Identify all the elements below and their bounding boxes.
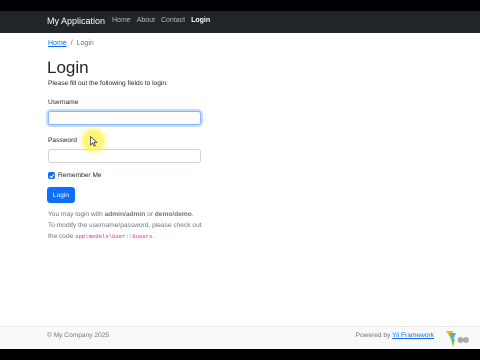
page-title: Login: [47, 58, 89, 77]
username-input[interactable]: [48, 111, 201, 125]
password-input[interactable]: [48, 149, 201, 163]
powered-by-text: Powered by: [355, 332, 393, 339]
breadcrumb-home-link[interactable]: Home: [48, 40, 67, 47]
page-intro: Please fill out the following fields to …: [48, 80, 168, 87]
remember-me-label[interactable]: Remember Me: [58, 172, 102, 179]
footer-powered-by: Powered by Yii Framework: [356, 332, 434, 339]
checkmark-icon: [49, 173, 55, 178]
footer-copyright: © My Company 2025: [47, 332, 110, 339]
navbar-menu: Home About Contact Login: [112, 17, 210, 24]
nav-item-contact[interactable]: Contact: [161, 17, 185, 24]
nav-item-about[interactable]: About: [137, 17, 155, 24]
footer: © My Company 2025 Powered by Yii Framewo…: [0, 326, 480, 349]
hint-line-modify: To modify the username/password, please …: [48, 222, 202, 229]
hint-credential-admin: admin/admin: [104, 211, 146, 218]
navbar-brand[interactable]: My Application: [47, 16, 105, 26]
password-label: Password: [48, 137, 77, 144]
hint-line-credentials: You may login with admin/admin or demo/d…: [48, 211, 194, 218]
remember-me-field: Remember Me: [48, 172, 102, 179]
nav-item-login[interactable]: Login: [191, 17, 210, 24]
hint-line-code: the code app\models\User::$users.: [48, 233, 154, 240]
mouse-cursor-icon: [90, 136, 98, 147]
breadcrumb-current: Login: [76, 40, 94, 47]
navbar: My Application Home About Contact Login: [0, 11, 480, 33]
hint-text: .: [152, 233, 155, 240]
hint-text: .: [191, 211, 194, 218]
browser-viewport: My Application Home About Contact Login …: [0, 11, 480, 349]
hint-text: the code: [48, 233, 76, 240]
yii-framework-link[interactable]: Yii Framework: [392, 332, 434, 339]
login-button[interactable]: Login: [47, 187, 75, 203]
hint-credential-demo: demo/demo: [154, 211, 192, 218]
hint-text: You may login with: [48, 211, 105, 218]
hint-code: app\models\User::$users: [75, 233, 153, 240]
hint-text: or: [145, 211, 155, 218]
breadcrumb-separator: /: [70, 40, 73, 47]
nav-item-home[interactable]: Home: [112, 17, 131, 24]
breadcrumb: Home / Login: [48, 40, 94, 47]
remember-me-checkbox[interactable]: [48, 172, 55, 179]
username-label: Username: [48, 99, 79, 106]
yii-logo-icon: [446, 331, 469, 347]
